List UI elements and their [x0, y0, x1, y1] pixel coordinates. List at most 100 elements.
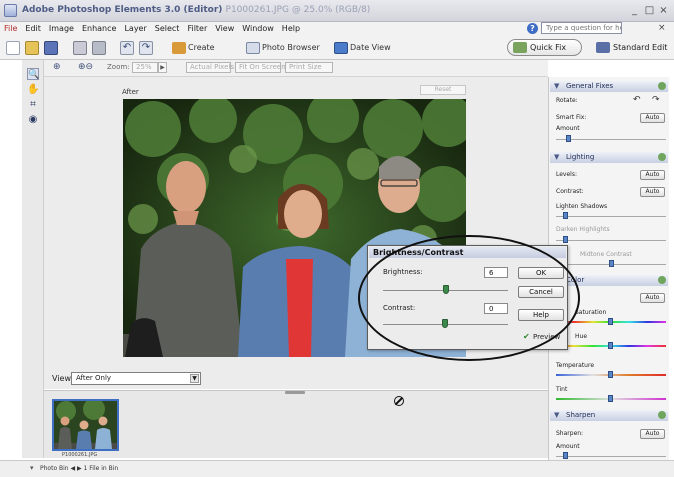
preview-checkbox[interactable]: ✔ — [523, 333, 531, 341]
help-dot-icon[interactable] — [658, 411, 666, 419]
tint-label: Tint — [556, 386, 568, 393]
photo-browser-label: Photo Browser — [262, 43, 320, 52]
menu-view[interactable]: View — [211, 22, 238, 33]
create-label: Create — [188, 43, 215, 52]
hue-thumb[interactable] — [608, 342, 613, 349]
bin-resize-handle[interactable] — [285, 391, 305, 394]
maximize-button[interactable]: □ — [643, 4, 656, 17]
brightness-input[interactable] — [484, 267, 508, 278]
contrast-slider-thumb[interactable] — [442, 319, 448, 328]
levels-auto-button[interactable]: Auto — [640, 170, 665, 180]
status-text: Photo Bin ◀ ▶ 1 File in Bin — [40, 465, 119, 472]
menu-filter[interactable]: Filter — [183, 22, 211, 33]
photo-browser-button[interactable]: Photo Browser — [246, 40, 320, 56]
levels-label: Levels: — [556, 171, 577, 178]
not-allowed-cursor-icon — [394, 396, 404, 406]
thumbnail-filename: P1000261.JPG — [62, 452, 98, 458]
zoom-arrow-icon[interactable]: ▶ — [158, 62, 167, 73]
create-button[interactable]: Create — [172, 40, 215, 56]
collapse-icon: ▼ — [554, 411, 560, 419]
menu-edit[interactable]: Edit — [21, 22, 45, 33]
help-icon: ? — [527, 23, 538, 34]
darken-highlights-thumb[interactable] — [563, 236, 568, 243]
crop-tool-icon[interactable]: ⌗ — [27, 99, 39, 111]
help-dot-icon[interactable] — [658, 276, 666, 284]
create-icon — [172, 41, 186, 54]
menu-layer[interactable]: Layer — [120, 22, 150, 33]
bin-toggle-icon[interactable]: ▾ — [30, 464, 34, 472]
smart-fix-amount-thumb[interactable] — [566, 135, 571, 142]
sharpen-auto-button[interactable]: Auto — [640, 429, 665, 439]
menu-select[interactable]: Select — [151, 22, 184, 33]
contrast-input[interactable] — [484, 303, 508, 314]
save-icon[interactable] — [44, 41, 58, 55]
red-eye-tool-icon[interactable]: ◉ — [27, 114, 39, 126]
menu-enhance[interactable]: Enhance — [78, 22, 121, 33]
online-services-icon[interactable] — [92, 41, 106, 55]
hand-tool-icon[interactable]: ✋ — [27, 84, 39, 96]
menu-image[interactable]: Image — [45, 22, 78, 33]
darken-highlights-track[interactable] — [556, 240, 666, 241]
help-button[interactable]: Help — [518, 309, 564, 321]
menu-help[interactable]: Help — [278, 22, 304, 33]
cancel-button[interactable]: Cancel — [518, 286, 564, 298]
color-auto-button[interactable]: Auto — [640, 293, 665, 303]
standard-edit-label: Standard Edit — [613, 43, 668, 52]
sharpen-title: Sharpen — [566, 411, 596, 419]
fit-on-screen-button[interactable]: Fit On Screen — [235, 62, 286, 73]
date-view-button[interactable]: Date View — [334, 40, 391, 56]
lighten-shadows-track[interactable] — [556, 216, 666, 217]
menu-window[interactable]: Window — [238, 22, 278, 33]
app-icon — [4, 4, 17, 17]
close-button[interactable]: × — [657, 4, 670, 17]
ok-button[interactable]: OK — [518, 267, 564, 279]
brightness-slider-thumb[interactable] — [443, 285, 449, 294]
quick-fix-button[interactable]: Quick Fix — [507, 39, 582, 56]
photo-browser-icon — [246, 41, 260, 54]
help-search-input[interactable] — [541, 22, 622, 34]
midtone-contrast-thumb[interactable] — [609, 260, 614, 267]
new-file-icon[interactable] — [6, 41, 20, 55]
general-fixes-header[interactable]: ▼ General Fixes — [550, 81, 668, 92]
minimize-button[interactable]: _ — [628, 4, 641, 17]
temperature-thumb[interactable] — [608, 371, 613, 378]
saturation-thumb[interactable] — [608, 318, 613, 325]
sharpen-label: Sharpen: — [556, 430, 584, 437]
close-doc-icon[interactable]: × — [658, 23, 666, 33]
smart-fix-auto-button[interactable]: Auto — [640, 113, 665, 123]
tint-thumb[interactable] — [608, 395, 613, 402]
reset-button[interactable]: Reset — [420, 85, 466, 95]
app-name: Adobe Photoshop Elements 3.0 (Editor) — [22, 5, 223, 15]
view-select[interactable]: After Only ▼ — [71, 372, 201, 385]
print-icon[interactable] — [73, 41, 87, 55]
zoom-value-field[interactable]: 25% — [132, 62, 158, 73]
lighten-shadows-thumb[interactable] — [563, 212, 568, 219]
open-folder-icon[interactable] — [25, 41, 39, 55]
redo-icon[interactable]: ↷ — [139, 41, 153, 55]
contrast-auto-button[interactable]: Auto — [640, 187, 665, 197]
help-dot-icon[interactable] — [658, 153, 666, 161]
preview-label: Preview — [533, 333, 561, 341]
zoom-in-icon[interactable]: ⊕ — [53, 62, 61, 72]
standard-edit-icon — [596, 42, 610, 53]
print-size-button[interactable]: Print Size — [285, 62, 333, 73]
smart-fix-amount-track[interactable] — [556, 139, 666, 140]
standard-edit-button[interactable]: Standard Edit — [590, 39, 668, 56]
undo-icon[interactable]: ↶ — [120, 41, 134, 55]
rotate-right-icon[interactable]: ↷ — [652, 95, 662, 105]
rotate-left-icon[interactable]: ↶ — [633, 95, 643, 105]
zoom-label: Zoom: — [107, 63, 130, 71]
chevron-down-icon: ▼ — [190, 374, 199, 383]
view-select-value: After Only — [76, 374, 112, 382]
actual-pixels-button[interactable]: Actual Pixels — [186, 62, 234, 73]
sharpen-amount-thumb[interactable] — [563, 452, 568, 459]
hue-label: Hue — [575, 333, 588, 340]
photo-thumbnail[interactable] — [52, 398, 119, 451]
sharpen-header[interactable]: ▼ Sharpen — [550, 410, 668, 421]
sharpen-amount-track[interactable] — [556, 456, 666, 457]
lighting-header[interactable]: ▼ Lighting — [550, 152, 668, 163]
menu-file[interactable]: File — [0, 22, 21, 33]
help-dot-icon[interactable] — [658, 82, 666, 90]
zoom-toggle-icon[interactable]: ⊕⊖ — [78, 62, 93, 72]
zoom-tool-icon[interactable]: 🔍 — [27, 68, 39, 80]
